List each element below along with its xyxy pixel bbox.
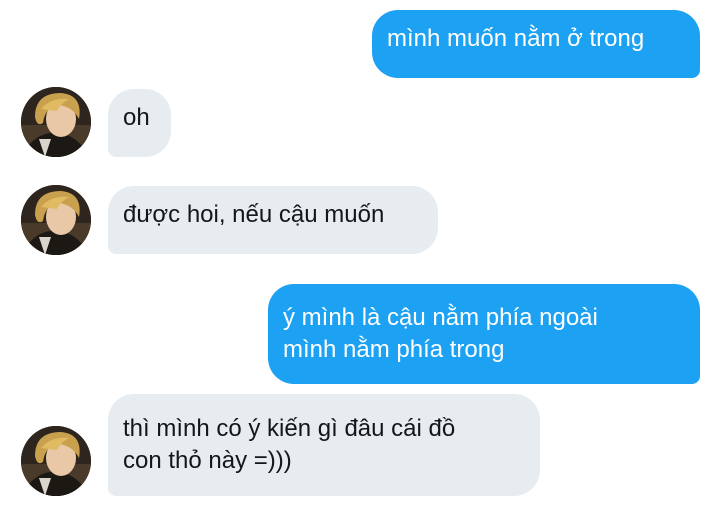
contact-avatar[interactable] <box>21 185 91 255</box>
contact-avatar[interactable] <box>21 426 91 496</box>
message-thread: mình muốn nằm ở trong oh được hoi, nếu c… <box>0 0 720 510</box>
message-bubble-received[interactable]: oh <box>108 89 171 157</box>
message-bubble-sent[interactable]: ý mình là cậu nằm phía ngoài mình nằm ph… <box>268 284 700 384</box>
message-bubble-received[interactable]: được hoi, nếu cậu muốn <box>108 186 438 254</box>
avatar-photo-icon <box>21 185 91 255</box>
message-bubble-sent[interactable]: mình muốn nằm ở trong <box>372 10 700 78</box>
message-bubble-received[interactable]: thì mình có ý kiến gì đâu cái đồ con thỏ… <box>108 394 540 496</box>
contact-avatar[interactable] <box>21 87 91 157</box>
avatar-photo-icon <box>21 426 91 496</box>
avatar-photo-icon <box>21 87 91 157</box>
